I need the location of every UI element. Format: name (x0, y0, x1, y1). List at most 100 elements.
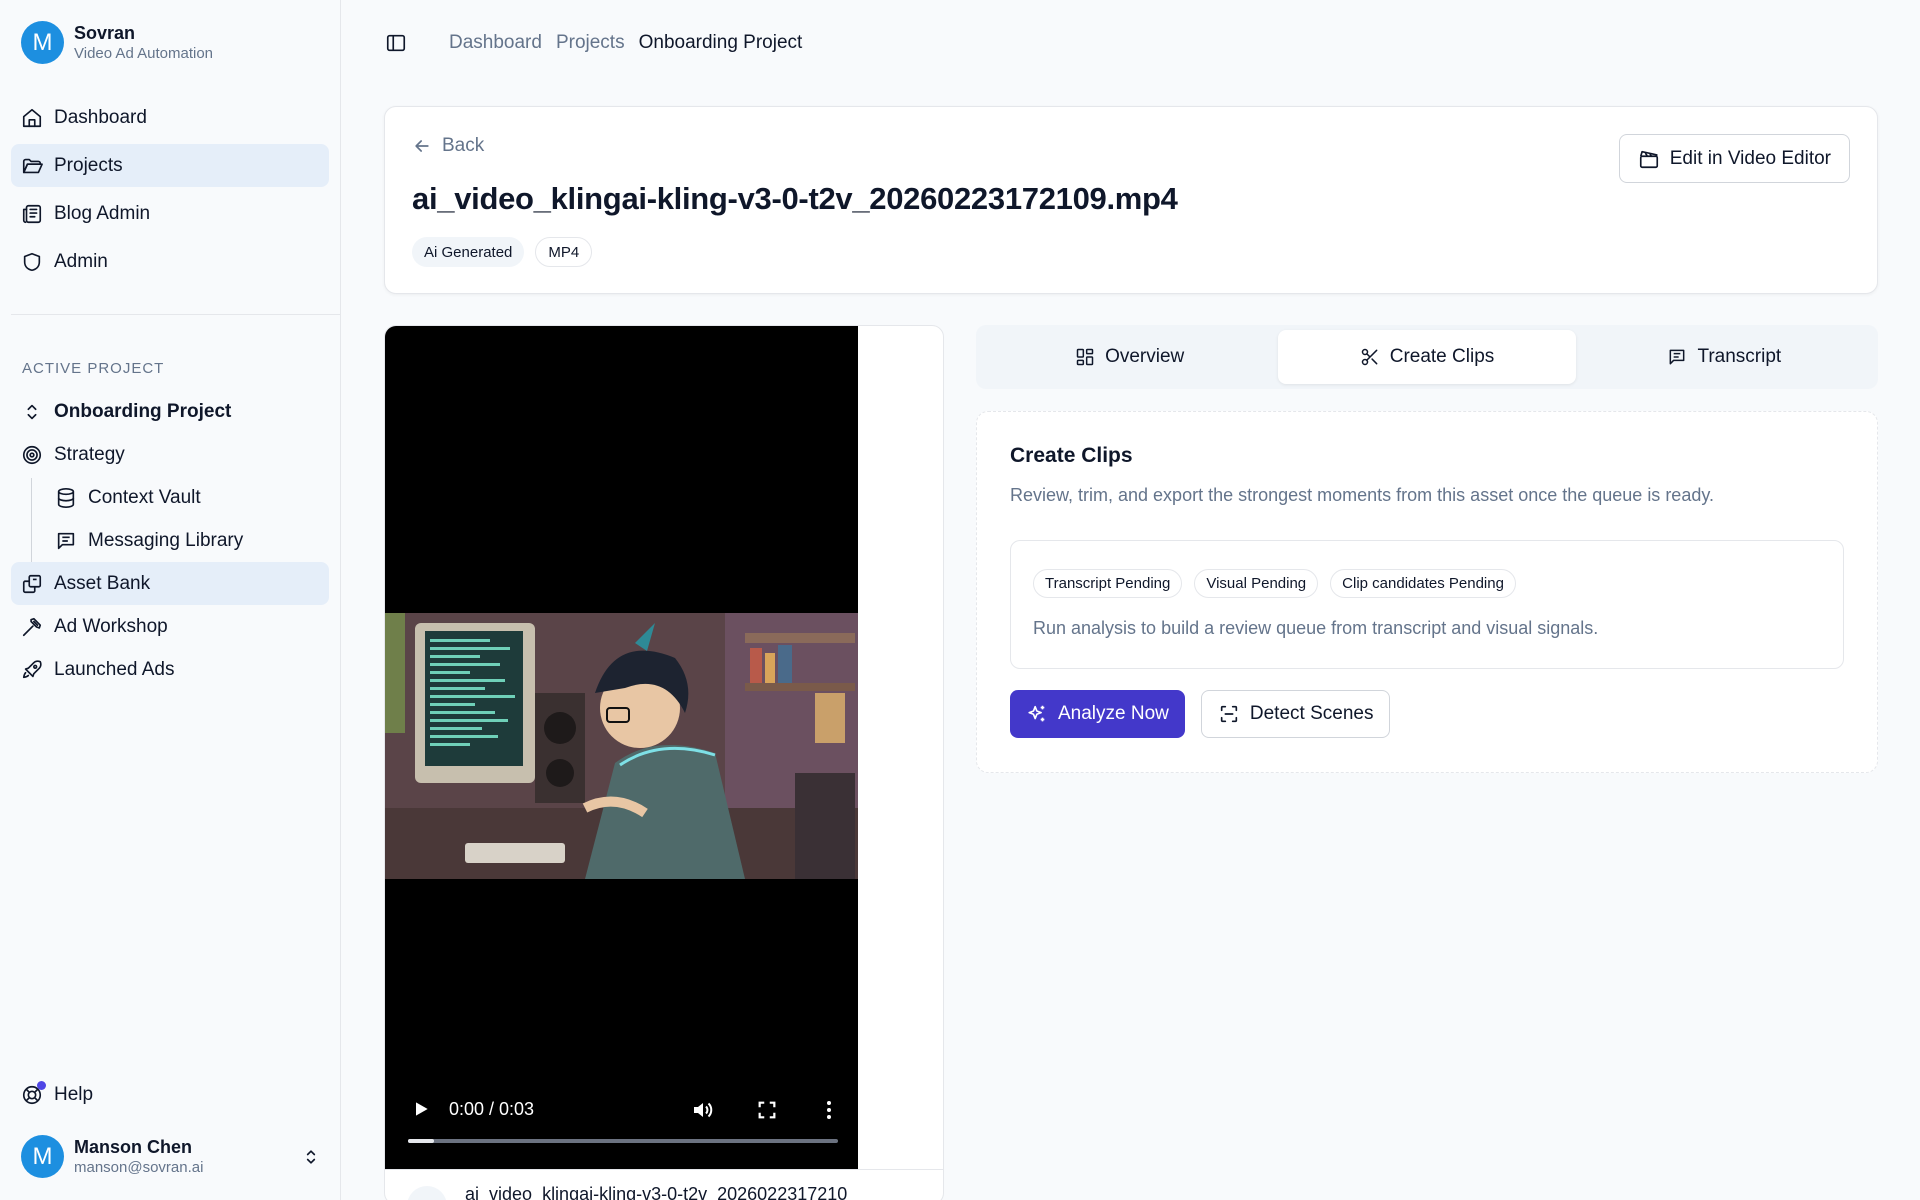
nav-item-blog-admin[interactable]: Blog Admin (11, 192, 329, 235)
video-progress-fill (408, 1139, 434, 1143)
analysis-hint: Run analysis to build a review queue fro… (1033, 618, 1599, 638)
file-icon (407, 1186, 447, 1200)
edit-button-label: Edit in Video Editor (1669, 147, 1831, 169)
arrow-left-icon (415, 140, 429, 152)
message-square-icon (57, 532, 75, 549)
active-project-label: ACTIVE PROJECT (22, 360, 165, 377)
help-label: Help (54, 1084, 94, 1105)
nav-label: Asset Bank (54, 572, 151, 594)
tab-transcript[interactable]: Transcript (1576, 330, 1873, 384)
nav-label: Ad Workshop (54, 615, 168, 637)
analyze-now-button[interactable]: Analyze Now (1010, 690, 1185, 738)
video-player[interactable]: 0:00 / 0:03 (385, 326, 858, 1169)
breadcrumb-dashboard[interactable]: Dashboard (449, 32, 542, 54)
nav-item-launched-ads[interactable]: Launched Ads (11, 648, 329, 691)
video-time: 0:00 / 0:03 (449, 1099, 535, 1119)
breadcrumb: Dashboard Projects Onboarding Project (449, 32, 802, 54)
nav-label: Launched Ads (54, 658, 175, 680)
help-icon-wrap (21, 1081, 46, 1106)
nav-label: Messaging Library (88, 529, 244, 551)
brand-name: Sovran (74, 22, 136, 43)
main-nav: Dashboard Projects Blog Admin Admin (11, 96, 329, 288)
back-button[interactable]: Back (412, 135, 484, 157)
asset-tabs: Overview Create Clips Transcript (976, 325, 1878, 389)
nav-item-ad-workshop[interactable]: Ad Workshop (11, 605, 329, 648)
nav-label: Context Vault (88, 486, 201, 508)
tab-create-clips[interactable]: Create Clips (1278, 330, 1576, 384)
breadcrumb-projects[interactable]: Projects (556, 32, 625, 54)
clapperboard-icon (1639, 150, 1658, 168)
rocket-icon (22, 659, 42, 678)
sparkles-icon (1028, 705, 1045, 722)
user-email: manson@sovran.ai (74, 1158, 204, 1176)
asset-tags: Ai Generated MP4 (412, 237, 593, 267)
nav-item-dashboard[interactable]: Dashboard (11, 96, 329, 139)
nav-label: Admin (54, 250, 108, 272)
tag-format: MP4 (535, 237, 593, 267)
section-description: Review, trim, and export the strongest m… (1010, 485, 1715, 505)
help-link[interactable]: Help (21, 1081, 94, 1106)
images-icon (22, 574, 42, 593)
play-icon[interactable] (411, 1099, 431, 1119)
video-caption: ai_video_klingai-kling-v3-0-t2v_20260223… (465, 1184, 848, 1200)
detect-scenes-button[interactable]: Detect Scenes (1200, 690, 1391, 738)
scissors-icon (1361, 348, 1378, 366)
nav-item-admin[interactable]: Admin (11, 240, 329, 283)
tab-overview[interactable]: Overview (981, 330, 1278, 384)
sidebar: M Sovran Video Ad Automation Dashboard P… (0, 0, 341, 1200)
video-thumbnail-illustration (385, 613, 858, 879)
nav-item-context-vault[interactable]: Context Vault (11, 476, 329, 519)
video-frame (385, 613, 858, 879)
more-vertical-icon[interactable] (817, 1098, 841, 1122)
active-project-nav: Onboarding Project Strategy Context Vaul… (11, 390, 329, 691)
nav-item-messaging-library[interactable]: Messaging Library (11, 519, 329, 562)
edit-in-video-editor-button[interactable]: Edit in Video Editor (1618, 134, 1850, 183)
user-name: Manson Chen (74, 1136, 193, 1157)
newspaper-icon (22, 204, 42, 223)
tab-label: Create Clips (1389, 346, 1495, 367)
status-pills: Transcript Pending Visual Pending Clip c… (1033, 569, 1516, 598)
user-menu[interactable]: M Manson Chen manson@sovran.ai (21, 1135, 321, 1178)
breadcrumb-current: Onboarding Project (638, 32, 803, 53)
folder-open-icon (22, 158, 43, 173)
nav-label: Dashboard (54, 106, 147, 128)
scan-icon (1220, 705, 1238, 723)
notification-dot (37, 1081, 46, 1090)
analysis-status-box: Transcript Pending Visual Pending Clip c… (1010, 540, 1844, 669)
video-progress-bar[interactable] (408, 1139, 838, 1143)
hammer-icon (22, 617, 42, 636)
nav-item-projects[interactable]: Projects (11, 144, 329, 187)
video-panel: 0:00 / 0:03 ai_video_klingai-kling-v3-0-… (384, 325, 944, 1200)
brand-subtitle: Video Ad Automation (74, 44, 213, 62)
layout-grid-icon (1076, 348, 1094, 366)
sidebar-divider (11, 314, 340, 315)
detect-label: Detect Scenes (1249, 703, 1374, 724)
nav-label: Strategy (54, 443, 125, 465)
nav-item-asset-bank[interactable]: Asset Bank (11, 562, 329, 605)
video-controls: 0:00 / 0:03 (405, 1091, 838, 1151)
database-icon (57, 487, 75, 508)
analyze-label: Analyze Now (1058, 703, 1169, 724)
nav-item-strategy[interactable]: Strategy (11, 433, 329, 476)
tab-label: Overview (1105, 346, 1185, 367)
status-badge-visual: Visual Pending (1194, 569, 1319, 598)
project-switcher[interactable]: Onboarding Project (11, 390, 329, 433)
status-badge-transcript: Transcript Pending (1033, 569, 1183, 598)
section-title: Create Clips (1010, 444, 1133, 467)
action-buttons: Analyze Now Detect Scenes (1010, 690, 1391, 738)
video-separator (385, 1169, 943, 1170)
sidebar-toggle-icon[interactable] (385, 32, 407, 54)
nav-label: Projects (54, 154, 123, 176)
user-avatar: M (21, 1135, 64, 1178)
fullscreen-icon[interactable] (756, 1099, 778, 1121)
project-name: Onboarding Project (54, 400, 232, 422)
message-text-icon (1670, 349, 1685, 365)
brand-switcher[interactable]: M Sovran Video Ad Automation (21, 21, 213, 64)
top-bar: Dashboard Projects Onboarding Project (341, 0, 1920, 86)
volume-icon[interactable] (691, 1098, 715, 1122)
nav-label: Blog Admin (54, 202, 151, 224)
chevrons-up-down-icon (27, 404, 37, 419)
tag-ai-generated: Ai Generated (412, 237, 525, 267)
back-label: Back (442, 135, 485, 156)
status-badge-clip-candidates: Clip candidates Pending (1330, 569, 1516, 598)
